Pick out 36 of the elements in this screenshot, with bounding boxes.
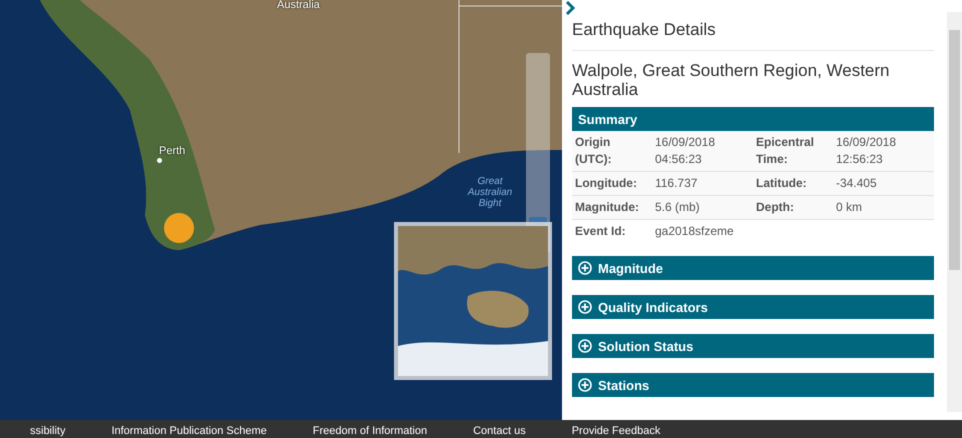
footer-link[interactable]: Information Publication Scheme — [111, 425, 267, 438]
field-label: Depth: — [752, 196, 833, 220]
expand-plus-icon — [578, 261, 592, 275]
footer-link[interactable]: Freedom of Information — [312, 425, 428, 438]
expand-plus-icon — [578, 339, 592, 353]
field-label: Latitude: — [752, 172, 833, 196]
field-label: Event Id: — [572, 220, 652, 243]
panel-title: Earthquake Details — [572, 20, 934, 51]
field-value: -34.405 — [832, 172, 934, 196]
field-label: Magnitude: — [572, 196, 652, 220]
field-label: Longitude: — [572, 172, 652, 196]
footer-link[interactable]: Contact us — [473, 425, 526, 438]
section-header[interactable]: Stations — [572, 373, 934, 397]
field-value: 116.737 — [652, 172, 753, 196]
water-label: Great Australian Bight — [466, 176, 514, 209]
location-heading: Walpole, Great Southern Region, Western Australia — [572, 61, 890, 99]
section-header[interactable]: Quality Indicators — [572, 295, 934, 319]
city-dot-icon — [157, 158, 162, 163]
field-value: 16/09/2018 04:56:23 — [652, 131, 753, 172]
section-header[interactable]: Magnitude — [572, 256, 934, 280]
footer-link[interactable]: ssibility — [30, 425, 66, 438]
field-value: 5.6 (mb) — [652, 196, 753, 220]
section-header[interactable]: Solution Status — [572, 334, 934, 358]
field-value: ga2018sfzeme — [652, 220, 753, 243]
field-value: 0 km — [832, 196, 934, 220]
footer-link[interactable]: Provide Feedback — [572, 425, 660, 438]
summary-header: Summary — [572, 107, 934, 131]
field-value: 16/09/2018 12:56:23 — [832, 131, 934, 172]
city-label: Perth — [159, 145, 186, 157]
collapse-chevron-icon[interactable] — [565, 1, 575, 15]
expand-plus-icon — [578, 378, 592, 392]
field-label: Epicentral Time: — [752, 131, 833, 172]
expand-plus-icon — [578, 300, 592, 314]
field-label: Origin (UTC): — [572, 131, 652, 172]
scrollbar[interactable] — [947, 12, 962, 412]
country-label: Australia — [277, 0, 320, 11]
